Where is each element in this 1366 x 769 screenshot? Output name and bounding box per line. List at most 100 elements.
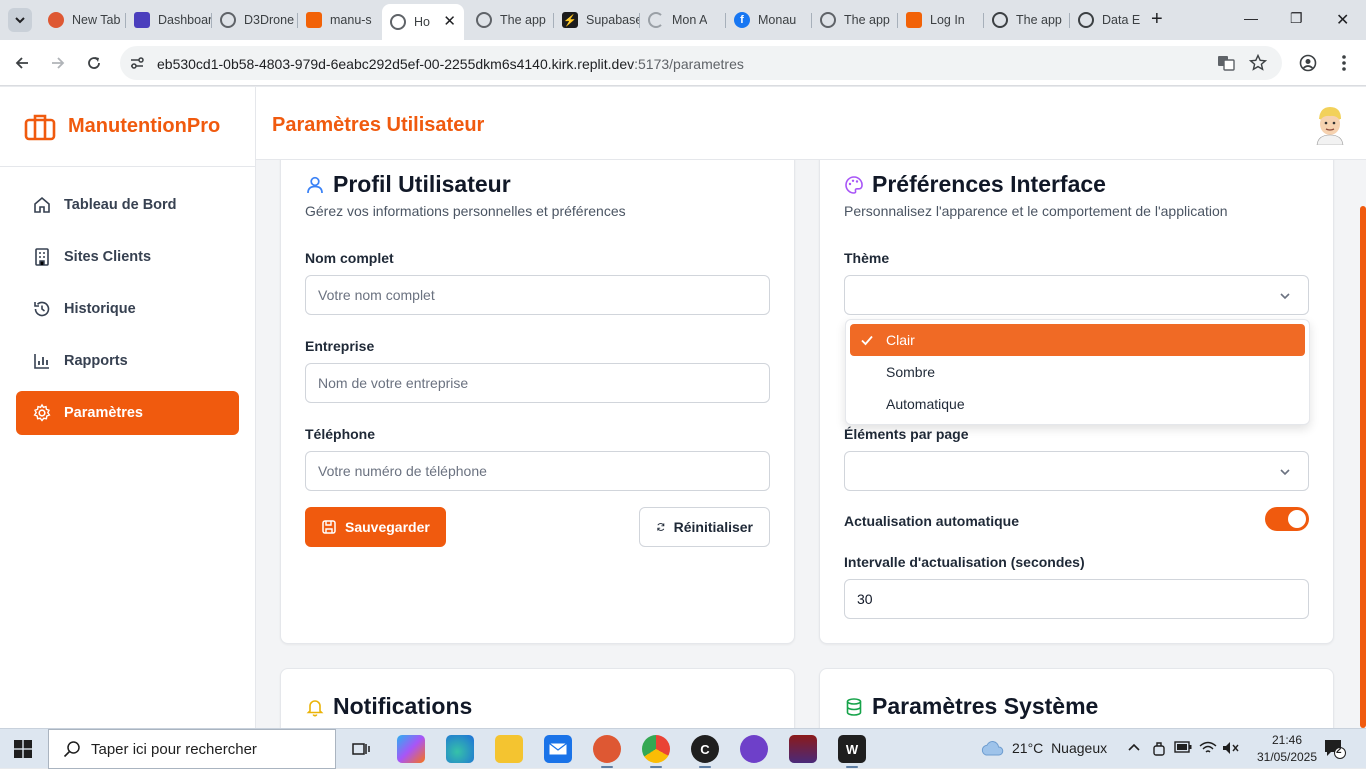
browser-tab[interactable]: ⚡ Supabase [554, 6, 640, 34]
theme-option-clair[interactable]: Clair [850, 324, 1305, 356]
reset-button[interactable]: Réinitialiser [639, 507, 770, 547]
sidebar-item-history[interactable]: Historique [16, 287, 239, 331]
auto-refresh-toggle[interactable] [1265, 507, 1309, 531]
browser-tab[interactable]: f Monau [726, 6, 812, 34]
browser-tab[interactable]: The app [468, 6, 554, 34]
winrar-icon[interactable] [789, 735, 817, 763]
database-icon [846, 697, 862, 716]
notification-count: 2 [1336, 745, 1342, 756]
bookmark-star-icon[interactable] [1247, 52, 1269, 74]
omnibox[interactable]: eb530cd1-0b58-4803-979d-6eabc292d5ef-00-… [120, 46, 1282, 80]
phone-input[interactable]: Votre numéro de téléphone [305, 451, 770, 491]
browser-tab[interactable]: The app [984, 6, 1070, 34]
close-window-button[interactable]: ✕ [1336, 10, 1349, 30]
taskbar-search[interactable]: Taper ici pour rechercher [48, 729, 336, 769]
replit-dashboard-icon [134, 12, 150, 28]
battery-icon[interactable] [1174, 741, 1192, 753]
interval-input[interactable]: 30 [844, 579, 1309, 619]
edge-icon[interactable] [446, 735, 474, 763]
system-clock[interactable]: 21:46 31/05/2025 [1254, 732, 1320, 766]
cloud-icon [981, 741, 1004, 756]
profile-icon[interactable] [1297, 52, 1319, 74]
sidebar-item-settings[interactable]: Paramètres [16, 391, 239, 435]
browser-tab[interactable]: The app [812, 6, 898, 34]
preferences-card-title: Préférences Interface [844, 171, 1106, 198]
tradingview-icon[interactable]: W [838, 735, 866, 768]
browser-tab[interactable]: D3Drone [212, 6, 298, 34]
tray-usb-icon[interactable] [1152, 741, 1166, 757]
restore-button[interactable]: ❐ [1290, 10, 1303, 27]
file-explorer-icon[interactable] [495, 735, 523, 763]
chatgpt-icon [1078, 12, 1094, 28]
site-settings-icon[interactable] [129, 55, 145, 71]
brand-name: ManutentionPro [68, 115, 221, 137]
copilot-icon[interactable] [397, 735, 425, 763]
sidebar: ManutentionPro Tableau de Bord Sites Cli… [0, 87, 256, 728]
task-view-icon[interactable] [347, 735, 375, 763]
tab-search-button[interactable] [8, 8, 32, 32]
profile-card-subtitle: Gérez vos informations personnelles et p… [305, 203, 626, 219]
translate-icon[interactable] [1215, 52, 1237, 74]
notification-center-icon[interactable]: 2 [1324, 739, 1346, 759]
more-menu-icon[interactable] [1333, 52, 1355, 74]
briefcase-icon [24, 114, 56, 140]
minimize-button[interactable]: ― [1244, 10, 1258, 26]
system-card: Paramètres Système [819, 668, 1334, 728]
bar-chart-icon [34, 354, 49, 369]
browser-tab[interactable]: Mon A [640, 6, 726, 34]
items-per-page-label: Éléments par page [844, 426, 969, 442]
github-icon[interactable] [740, 735, 768, 763]
facebook-icon: f [734, 12, 750, 28]
back-button[interactable] [11, 52, 33, 74]
sidebar-item-sites[interactable]: Sites Clients [16, 235, 239, 279]
volume-muted-icon[interactable] [1222, 741, 1240, 755]
phone-label: Téléphone [305, 426, 376, 442]
sidebar-item-label: Tableau de Bord [64, 197, 177, 213]
interval-label: Intervalle d'actualisation (secondes) [844, 554, 1085, 570]
weather-widget[interactable]: 21°C Nuageux [980, 739, 1107, 757]
globe-icon [820, 12, 836, 28]
sidebar-item-reports[interactable]: Rapports [16, 339, 239, 383]
name-label: Nom complet [305, 250, 394, 266]
mail-icon[interactable] [544, 735, 572, 763]
sidebar-item-label: Rapports [64, 353, 128, 369]
new-tab-button[interactable]: + [1151, 9, 1163, 29]
theme-option-automatique[interactable]: Automatique [850, 388, 1305, 420]
arrow-left-icon [15, 57, 28, 69]
browser-tab[interactable]: manu-s [298, 6, 384, 34]
forward-button[interactable] [47, 52, 69, 74]
theme-option-sombre[interactable]: Sombre [850, 356, 1305, 388]
company-label: Entreprise [305, 338, 375, 354]
duckduckgo-icon [48, 12, 64, 28]
avatar[interactable] [1314, 105, 1346, 145]
brand[interactable]: ManutentionPro [0, 87, 255, 167]
profile-card: Profil Utilisateur Gérez vos information… [280, 160, 795, 644]
sidebar-item-dashboard[interactable]: Tableau de Bord [16, 183, 239, 227]
browser-tab[interactable]: Data E [1070, 6, 1142, 34]
tray-chevron-up-icon[interactable] [1127, 741, 1141, 755]
name-input[interactable]: Votre nom complet [305, 275, 770, 315]
save-button[interactable]: Sauvegarder [305, 507, 446, 547]
chrome-icon[interactable] [642, 735, 670, 768]
replit-icon [906, 12, 922, 28]
theme-dropdown-menu: Clair Sombre Automatique [845, 319, 1310, 425]
theme-select[interactable] [844, 275, 1309, 315]
reload-button[interactable] [83, 52, 105, 74]
duckduckgo-icon[interactable] [593, 735, 621, 768]
windows-start-icon[interactable] [14, 740, 32, 758]
scrollbar-thumb[interactable] [1360, 206, 1366, 728]
browser-tab[interactable]: Log In [898, 6, 984, 34]
cursor-app-icon[interactable]: C [691, 735, 719, 768]
scrollbar[interactable] [1360, 160, 1366, 728]
browser-tab[interactable]: New Tab [40, 6, 126, 34]
browser-tab[interactable]: Dashboard [126, 6, 212, 34]
wifi-icon[interactable] [1199, 741, 1217, 755]
close-tab-icon[interactable]: ✕ [443, 12, 456, 30]
company-input[interactable]: Nom de votre entreprise [305, 363, 770, 403]
address-bar: eb530cd1-0b58-4803-979d-6eabc292d5ef-00-… [0, 40, 1366, 86]
bell-icon [306, 699, 324, 716]
sidebar-item-label: Sites Clients [64, 249, 152, 265]
items-per-page-select[interactable] [844, 451, 1309, 491]
palette-icon [845, 175, 863, 194]
browser-tab-active[interactable]: Ho ✕ [382, 4, 464, 40]
